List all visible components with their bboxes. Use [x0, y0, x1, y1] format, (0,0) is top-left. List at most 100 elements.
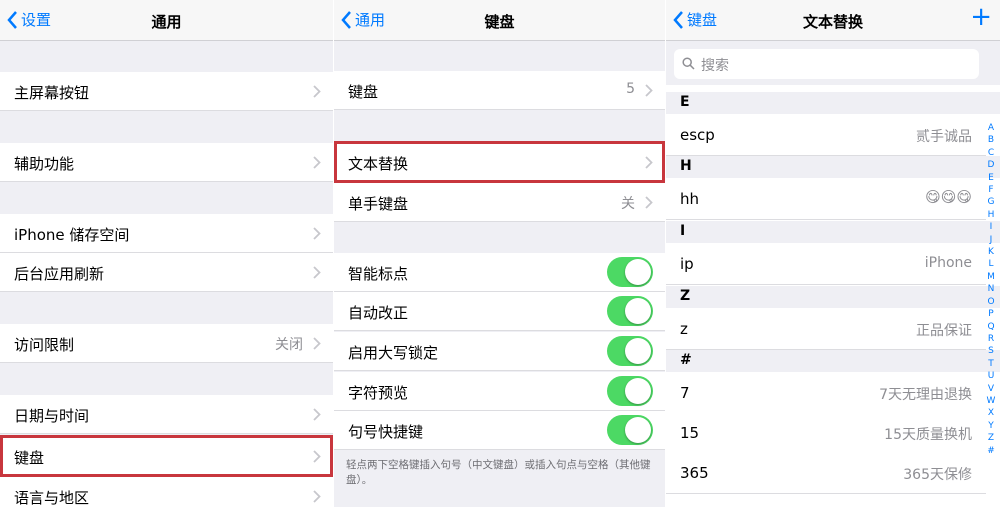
chevron-right-icon [313, 156, 321, 169]
alphabet-index[interactable]: A B C D E F G H I J K L M N O P Q R S T U V W X Y Z # [985, 122, 997, 457]
chevron-right-icon [313, 337, 321, 350]
search-icon [682, 57, 695, 70]
index-letter[interactable]: O [985, 296, 997, 308]
search-input[interactable]: 搜索 [674, 49, 979, 79]
row-caps-lock: 启用大写锁定 [334, 332, 665, 371]
row-one-handed-keyboard[interactable]: 单手键盘 关 [334, 183, 665, 222]
chevron-right-icon [645, 156, 653, 169]
index-letter[interactable]: N [985, 283, 997, 295]
row-background-refresh[interactable]: 后台应用刷新 [0, 253, 333, 292]
caps-lock-toggle[interactable] [607, 336, 653, 366]
index-letter[interactable]: T [985, 358, 997, 370]
index-letter[interactable]: C [985, 147, 997, 159]
index-letter[interactable]: I [985, 221, 997, 233]
row-text-replacement[interactable]: 文本替换 [334, 141, 665, 183]
page-title: 文本替换 [802, 13, 863, 31]
section-header: H [666, 156, 1000, 178]
index-letter[interactable]: H [985, 209, 997, 221]
period-shortcut-toggle[interactable] [607, 415, 653, 445]
index-letter[interactable]: M [985, 271, 997, 283]
phrase-text: 正品保证 [916, 323, 972, 339]
replacement-row[interactable]: hh 😋😋😋 [666, 178, 986, 220]
index-letter[interactable]: # [985, 445, 997, 457]
shortcut-text: 15 [680, 424, 700, 442]
auto-correction-toggle[interactable] [607, 296, 653, 326]
shortcut-text: 365 [680, 464, 709, 482]
replacement-row[interactable]: escp 贰手诚品 [666, 114, 986, 156]
section-letter: I [680, 223, 686, 239]
toggle-knob [625, 298, 651, 324]
section-letter: # [680, 352, 692, 368]
nav-bar: 键盘 文本替换 + [666, 0, 1000, 41]
row-label: 键盘 [348, 83, 379, 101]
row-accessibility[interactable]: 辅助功能 [0, 143, 333, 182]
add-button[interactable]: + [970, 3, 992, 31]
index-letter[interactable]: Z [985, 432, 997, 444]
index-letter[interactable]: F [985, 184, 997, 196]
section-header: E [666, 92, 1000, 114]
index-letter[interactable]: R [985, 333, 997, 345]
replacement-row[interactable]: 7 7天无理由退换 [666, 372, 986, 414]
replacement-row[interactable]: 365 365天保修 [666, 452, 986, 494]
phrase-text: 😋😋😋 [925, 188, 972, 206]
row-keyboard[interactable]: 键盘 [0, 435, 333, 477]
section-letter: E [680, 94, 690, 110]
shortcut-text: ip [680, 255, 694, 273]
character-preview-toggle[interactable] [607, 376, 653, 406]
phrase-text: 7天无理由退换 [879, 387, 972, 403]
index-letter[interactable]: K [985, 246, 997, 258]
row-label: 键盘 [14, 449, 45, 467]
row-period-shortcut: 句号快捷键 [334, 411, 665, 450]
index-letter[interactable]: S [985, 345, 997, 357]
index-letter[interactable]: B [985, 134, 997, 146]
replacement-row[interactable]: ip iPhone [666, 243, 986, 285]
toggle-knob [625, 338, 651, 364]
restrictions-value: 关闭 [275, 337, 303, 353]
toggle-knob [625, 378, 651, 404]
index-letter[interactable]: Q [985, 321, 997, 333]
row-label: 日期与时间 [14, 407, 90, 425]
index-letter[interactable]: W [985, 395, 997, 407]
index-letter[interactable]: X [985, 407, 997, 419]
chevron-right-icon [313, 85, 321, 98]
general-settings-screen: 设置 通用 主屏幕按钮 辅助功能 iPhone 储存空间 后台应用刷新 访问限制… [0, 0, 333, 507]
index-letter[interactable]: G [985, 196, 997, 208]
section-header: I [666, 221, 1000, 243]
replacement-row[interactable]: 15 15天质量换机 [666, 412, 986, 454]
row-date-time[interactable]: 日期与时间 [0, 395, 333, 434]
keyboard-settings-screen: 通用 键盘 键盘 5 文本替换 单手键盘 关 智能标点 自动改正 启用大写锁定 字符… [334, 0, 665, 507]
index-letter[interactable]: L [985, 258, 997, 270]
section-letter: Z [680, 288, 691, 304]
row-restrictions[interactable]: 访问限制 关闭 [0, 324, 333, 363]
text-replacement-screen: 键盘 文本替换 + 搜索 E escp 贰手诚品 H hh 😋😋😋 I ip iPho… [666, 0, 1000, 507]
row-language-region[interactable]: 语言与地区 [0, 477, 333, 507]
index-letter[interactable]: V [985, 383, 997, 395]
row-label: 后台应用刷新 [14, 265, 105, 283]
chevron-right-icon [645, 196, 653, 209]
row-keyboards[interactable]: 键盘 5 [334, 71, 665, 110]
index-letter[interactable]: J [985, 234, 997, 246]
toggle-knob [625, 259, 651, 285]
index-letter[interactable]: A [985, 122, 997, 134]
row-label: 主屏幕按钮 [14, 84, 90, 102]
index-letter[interactable]: U [985, 370, 997, 382]
row-iphone-storage[interactable]: iPhone 储存空间 [0, 214, 333, 253]
row-character-preview: 字符预览 [334, 372, 665, 411]
index-letter[interactable]: P [985, 308, 997, 320]
row-label: 单手键盘 [348, 195, 409, 213]
index-letter[interactable]: D [985, 159, 997, 171]
row-smart-punctuation: 智能标点 [334, 253, 665, 292]
one-handed-value: 关 [621, 196, 635, 212]
keyboards-count: 5 [626, 81, 635, 97]
section-header: # [666, 350, 1000, 372]
replacement-row[interactable]: z 正品保证 [666, 308, 986, 350]
index-letter[interactable]: Y [985, 420, 997, 432]
row-home-button[interactable]: 主屏幕按钮 [0, 72, 333, 111]
index-letter[interactable]: E [985, 172, 997, 184]
page-title: 键盘 [484, 13, 515, 31]
phrase-text: 贰手诚品 [916, 129, 972, 145]
row-auto-correction: 自动改正 [334, 292, 665, 331]
smart-punctuation-toggle[interactable] [607, 257, 653, 287]
chevron-right-icon [313, 266, 321, 279]
row-label: 自动改正 [348, 304, 409, 322]
